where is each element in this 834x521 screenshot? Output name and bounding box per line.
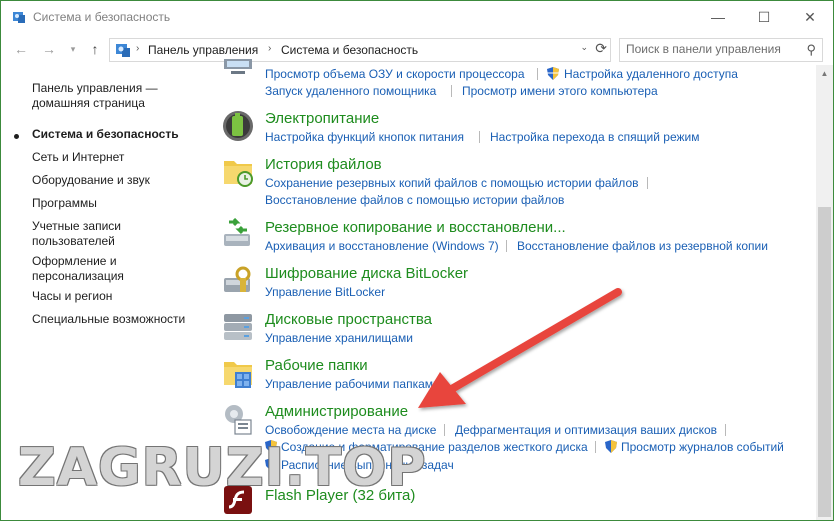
bitlocker-icon xyxy=(224,266,251,292)
link-manage-bitlocker[interactable]: Управление BitLocker xyxy=(265,285,385,299)
category-title-power[interactable]: Электропитание xyxy=(265,110,379,127)
uac-shield-icon xyxy=(547,67,559,80)
sidebar-item-label: домашняя страница xyxy=(32,96,145,110)
sidebar-item-clock-region[interactable]: Часы и регион xyxy=(32,289,202,304)
category-title-backup[interactable]: Резервное копирование и восстановлени... xyxy=(265,219,566,236)
close-button[interactable]: ✕ xyxy=(787,1,833,33)
minimize-button[interactable]: — xyxy=(695,1,741,33)
breadcrumb-control-panel[interactable]: Панель управления xyxy=(148,43,258,57)
address-bar[interactable]: › Панель управления › Система и безопасн… xyxy=(109,38,611,62)
battery-icon xyxy=(223,111,253,141)
link-task-scheduler[interactable]: Расписание выполнения задач xyxy=(281,458,454,472)
uac-shield-icon xyxy=(265,458,277,471)
sidebar-item-user-accounts[interactable]: Учетные записи пользователей xyxy=(32,219,202,249)
category-title-bitlocker[interactable]: Шифрование диска BitLocker xyxy=(265,265,468,282)
link-separator xyxy=(451,85,452,97)
scroll-up-arrow-icon[interactable]: ▲ xyxy=(816,65,833,82)
link-separator xyxy=(444,424,445,436)
sidebar-item-programs[interactable]: Программы xyxy=(32,196,202,211)
address-dropdown-chevron-icon[interactable]: ⌄ xyxy=(580,42,588,53)
link-defragment[interactable]: Дефрагментация и оптимизация ваших диско… xyxy=(455,423,717,437)
work-folders-icon xyxy=(224,362,252,388)
sidebar-item-network[interactable]: Сеть и Интернет xyxy=(32,150,202,165)
category-title-admin[interactable]: Администрирование xyxy=(265,403,408,420)
breadcrumb-separator-icon: › xyxy=(268,43,272,54)
window-title: Система и безопасность xyxy=(33,10,171,24)
file-history-icon xyxy=(224,161,253,187)
link-disk-partitions[interactable]: Создание и форматирование разделов жестк… xyxy=(281,440,588,454)
link-restore-from-backup[interactable]: Восстановление файлов из резервной копии xyxy=(517,239,768,253)
control-panel-icon xyxy=(116,44,130,57)
refresh-icon[interactable]: ⟳ xyxy=(595,40,607,57)
uac-shield-icon xyxy=(265,440,277,453)
maximize-button[interactable]: ☐ xyxy=(741,1,787,33)
category-title-file-history[interactable]: История файлов xyxy=(265,156,382,173)
breadcrumb-system-security[interactable]: Система и безопасность xyxy=(281,43,418,57)
link-separator xyxy=(595,441,596,453)
sidebar-item-label: пользователей xyxy=(32,234,115,248)
sidebar-item-appearance[interactable]: Оформление и персонализация xyxy=(32,254,202,284)
active-item-bullet-icon xyxy=(14,134,19,139)
scroll-thumb[interactable] xyxy=(818,207,831,517)
link-separator xyxy=(479,131,480,143)
link-manage-work-folders[interactable]: Управление рабочими папками xyxy=(265,377,440,391)
link-manage-storage[interactable]: Управление хранилищами xyxy=(265,331,413,345)
sidebar-item-accessibility[interactable]: Специальные возможности xyxy=(32,312,202,327)
system-monitor-icon xyxy=(224,59,252,74)
link-file-history-backup[interactable]: Сохранение резервных копий файлов с помо… xyxy=(265,176,639,190)
flash-player-icon xyxy=(224,486,252,514)
link-remote-assistance[interactable]: Запуск удаленного помощника xyxy=(265,84,436,98)
control-panel-app-icon xyxy=(13,12,25,23)
breadcrumb-separator-icon: › xyxy=(136,43,140,54)
link-sleep-mode[interactable]: Настройка перехода в спящий режим xyxy=(490,130,699,144)
vertical-scrollbar[interactable]: ▲ xyxy=(816,65,833,520)
link-separator xyxy=(506,240,507,252)
backup-restore-icon xyxy=(224,218,250,246)
link-separator xyxy=(725,424,726,436)
link-event-logs[interactable]: Просмотр журналов событий xyxy=(621,440,784,454)
sidebar-item-system-security[interactable]: Система и безопасность xyxy=(32,127,202,142)
sidebar-item-label: персонализация xyxy=(32,269,124,283)
sidebar-item-label: Панель управления — xyxy=(32,81,158,95)
storage-spaces-icon xyxy=(224,314,252,340)
link-disk-cleanup[interactable]: Освобождение места на диске xyxy=(265,423,436,437)
sidebar-item-hardware-sound[interactable]: Оборудование и звук xyxy=(32,173,202,188)
link-windows7-backup[interactable]: Архивация и восстановление (Windows 7) xyxy=(265,239,499,253)
uac-shield-icon xyxy=(605,440,617,453)
control-panel-window: Система и безопасность — ☐ ✕ ← → ▾ ↑ › П… xyxy=(0,0,834,521)
link-remote-access[interactable]: Настройка удаленного доступа xyxy=(564,67,738,81)
link-file-history-restore[interactable]: Восстановление файлов с помощью истории … xyxy=(265,193,564,207)
title-bar: Система и безопасность — ☐ ✕ xyxy=(1,1,833,33)
link-separator xyxy=(537,68,538,80)
category-title-storage[interactable]: Дисковые пространства xyxy=(265,311,432,328)
sidebar-item-label: Учетные записи xyxy=(32,219,121,233)
search-icon[interactable]: ⚲ xyxy=(806,42,816,58)
navigation-bar: ← → ▾ ↑ › Панель управления › Система и … xyxy=(1,35,833,63)
recent-locations-chevron-icon[interactable]: ▾ xyxy=(63,39,83,59)
search-box[interactable]: ⚲ xyxy=(619,38,823,62)
link-separator xyxy=(647,177,648,189)
link-computer-name[interactable]: Просмотр имени этого компьютера xyxy=(462,84,658,98)
forward-arrow-icon[interactable]: → xyxy=(39,39,59,59)
sidebar-item-label: Оформление и xyxy=(32,254,117,268)
up-arrow-icon[interactable]: ↑ xyxy=(85,39,105,59)
category-title-flash[interactable]: Flash Player (32 бита) xyxy=(265,487,415,504)
back-arrow-icon[interactable]: ← xyxy=(11,39,31,59)
sidebar-item-home[interactable]: Панель управления — домашняя страница xyxy=(32,81,202,111)
category-title-work-folders[interactable]: Рабочие папки xyxy=(265,357,368,374)
admin-tools-icon xyxy=(225,405,252,435)
link-power-buttons[interactable]: Настройка функций кнопок питания xyxy=(265,130,464,144)
link-ram-cpu[interactable]: Просмотр объема ОЗУ и скорости процессор… xyxy=(265,67,525,81)
search-input[interactable] xyxy=(626,42,796,56)
